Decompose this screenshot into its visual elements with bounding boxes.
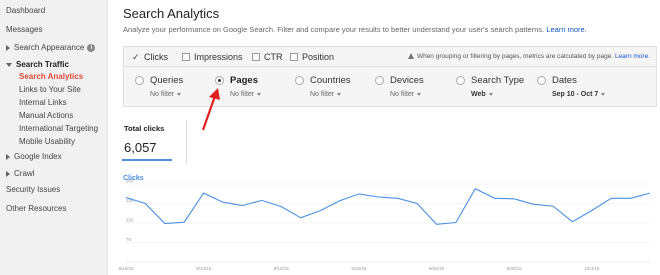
radio-button[interactable]	[135, 76, 144, 85]
checkbox[interactable]	[290, 53, 298, 61]
page-title: Search Analytics	[123, 6, 220, 21]
metric-card-underline	[122, 159, 172, 161]
metric-impressions[interactable]: Impressions	[182, 52, 243, 62]
filter-dropdown[interactable]: Web	[471, 91, 493, 98]
description-text: Analyze your performance on Google Searc…	[123, 25, 545, 34]
total-clicks-label: Total clicks	[124, 124, 165, 133]
sidebar-item-messages[interactable]: Messages	[6, 25, 42, 34]
x-tick-label: 9/18/15	[274, 266, 290, 271]
metrics-note: When grouping or filtering by pages, met…	[407, 53, 650, 60]
metric-ctr[interactable]: CTR	[252, 52, 283, 62]
expand-arrow-icon	[6, 44, 10, 51]
caret-down-icon	[177, 92, 182, 96]
metric-label: Impressions	[194, 52, 243, 62]
caret-down-icon	[417, 92, 422, 96]
learn-more-link[interactable]: Learn more.	[546, 25, 586, 34]
filter-dropdown[interactable]: No filter	[230, 91, 262, 98]
filter-dropdown[interactable]: No filter	[150, 91, 182, 98]
expand-arrow-icon	[6, 170, 10, 177]
x-tick-label: 9/26/15	[429, 266, 445, 271]
divider	[186, 120, 187, 164]
filter-label: Dates	[552, 75, 577, 86]
warning-icon	[407, 53, 414, 59]
sidebar-item-label: Search Appearance	[14, 43, 85, 52]
sidebar-item-label: Crawl	[14, 169, 35, 178]
sidebar-item-manual-actions[interactable]: Manual Actions	[19, 111, 73, 120]
expand-arrow-icon	[6, 153, 10, 160]
sidebar-item-search-analytics[interactable]: Search Analytics	[19, 72, 83, 81]
caret-down-icon	[257, 92, 262, 96]
metric-label: Clicks	[144, 52, 168, 62]
series-line-clicks	[125, 187, 651, 225]
y-tick-label: 75	[126, 237, 132, 242]
sidebar-item-dashboard[interactable]: Dashboard	[6, 6, 45, 15]
metrics-learn-more-link[interactable]: Learn more.	[615, 53, 650, 60]
x-tick-label: 9/14/15	[196, 266, 212, 271]
sidebar-item-security-issues[interactable]: Security Issues	[6, 185, 60, 194]
metric-label: CTR	[264, 52, 283, 62]
y-tick-label: 300	[126, 179, 134, 184]
filter-label: Pages	[230, 75, 258, 86]
radio-button[interactable]	[537, 76, 546, 85]
checkbox[interactable]	[182, 53, 190, 61]
sidebar-item-google-index[interactable]: Google Index	[6, 152, 62, 161]
checkbox[interactable]	[252, 53, 260, 61]
radio-button[interactable]	[456, 76, 465, 85]
metrics-note-text: When grouping or filtering by pages, met…	[416, 53, 614, 60]
caret-down-icon	[337, 92, 342, 96]
clicks-line-chart: 751502253009/10/15 9/14/15 9/18/15 9/22/15 9…	[118, 179, 651, 271]
metric-position[interactable]: Position	[290, 52, 334, 62]
y-tick-label: 150	[126, 218, 134, 223]
filter-dropdown[interactable]: Sep 10 - Oct 7	[552, 91, 606, 98]
sidebar-item-label: Google Index	[14, 152, 62, 161]
radio-button[interactable]	[295, 76, 304, 85]
collapse-arrow-icon	[6, 62, 12, 67]
info-icon[interactable]: i	[87, 43, 96, 52]
total-clicks-value: 6,057	[124, 140, 157, 155]
x-tick-label: 9/10/15	[118, 266, 134, 271]
sidebar-item-search-appearance[interactable]: Search Appearance i	[6, 43, 96, 52]
radio-button[interactable]	[375, 76, 384, 85]
filter-label: Countries	[310, 75, 351, 86]
sidebar-item-international-targeting[interactable]: International Targeting	[19, 124, 98, 133]
annotation-arrow-icon	[201, 88, 220, 131]
radio-button-selected[interactable]	[215, 76, 224, 85]
caret-down-icon	[601, 92, 606, 96]
filter-dropdown[interactable]: No filter	[310, 91, 342, 98]
x-tick-label: 10/4/15	[584, 266, 600, 271]
filter-label: Devices	[390, 75, 424, 86]
filter-dropdown[interactable]: No filter	[390, 91, 422, 98]
checkmark-icon: ✓	[132, 52, 140, 62]
metric-label: Position	[302, 52, 335, 62]
metric-clicks[interactable]: ✓ Clicks	[132, 52, 168, 63]
sidebar-item-mobile-usability[interactable]: Mobile Usability	[19, 137, 75, 146]
sidebar-item-links-to-your-site[interactable]: Links to Your Site	[19, 85, 81, 94]
sidebar-item-other-resources[interactable]: Other Resources	[6, 204, 66, 213]
x-tick-label: 9/22/15	[351, 266, 367, 271]
page-description: Analyze your performance on Google Searc…	[123, 25, 587, 34]
sidebar-item-crawl[interactable]: Crawl	[6, 169, 34, 178]
filter-label: Search Type	[471, 75, 525, 86]
metrics-bar: ✓ Clicks Impressions CTR Position When gr…	[123, 46, 657, 67]
sidebar-item-internal-links[interactable]: Internal Links	[19, 98, 67, 107]
sidebar-item-search-traffic[interactable]: Search Traffic	[6, 60, 69, 69]
sidebar: Dashboard Messages Search Appearance i Se…	[0, 0, 108, 275]
sidebar-item-label: Search Traffic	[16, 60, 69, 69]
filter-label: Queries	[150, 75, 184, 86]
x-tick-label: 9/30/15	[507, 266, 523, 271]
caret-down-icon	[488, 92, 493, 96]
